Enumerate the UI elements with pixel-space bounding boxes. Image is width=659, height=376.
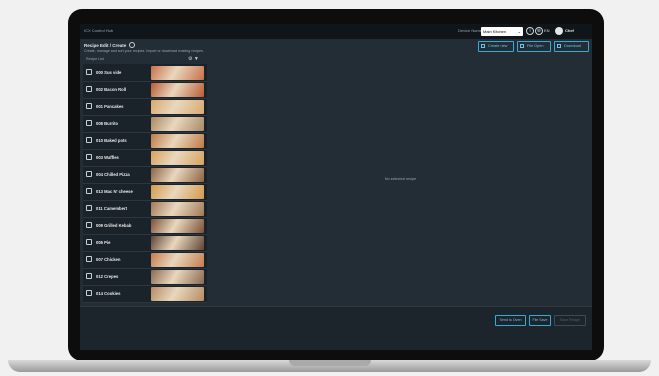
download-label: Download (564, 44, 581, 48)
checkbox-icon[interactable] (86, 120, 92, 126)
device-select[interactable]: Main Kitchen ⌄ (481, 27, 523, 36)
download-icon (557, 44, 561, 48)
recipe-row[interactable]: 005 Pie (83, 234, 207, 252)
recipe-row[interactable]: 011 Camembert (83, 200, 207, 218)
globe-icon[interactable]: ⊕ (535, 27, 543, 35)
recipe-row[interactable]: 000 Sus vide (83, 64, 207, 82)
recipe-thumbnail (151, 134, 204, 148)
recipe-name: 002 Bacon Roll (96, 87, 127, 92)
app-screen: ICX Control Hub Device Name Main Kitchen… (80, 24, 592, 350)
app-title: ICX Control Hub (84, 28, 114, 33)
laptop-notch (289, 360, 371, 366)
file-icon (520, 44, 524, 48)
recipe-name: 008 Burrito (96, 121, 119, 126)
recipe-row[interactable]: 013 Mac N' cheese (83, 183, 207, 201)
checkbox-icon[interactable] (86, 239, 92, 245)
checkbox-icon[interactable] (86, 154, 92, 160)
recipe-name: 007 Chicken (96, 257, 121, 262)
recipe-name: 014 Cookies (96, 291, 121, 296)
recipe-thumbnail (151, 185, 204, 199)
recipe-name: 003 Waffles (96, 155, 119, 160)
checkbox-icon[interactable] (86, 256, 92, 262)
checkbox-icon[interactable] (86, 290, 92, 296)
recipe-thumbnail (151, 236, 204, 250)
recipe-thumbnail (151, 270, 204, 284)
empty-state-message: No selected recipe (384, 177, 417, 181)
recipe-name: 009 Grilled Kebab (96, 223, 132, 228)
recipe-thumbnail (151, 83, 204, 97)
checkbox-icon[interactable] (86, 86, 92, 92)
recipe-name: 012 Crepes (96, 274, 119, 279)
user-name[interactable]: Chef (565, 28, 574, 33)
recipe-name: 004 Chilled Pizza (96, 172, 130, 177)
recipe-name: 000 Sus vide (96, 70, 122, 75)
save-recipe-button: Save Recipe (554, 315, 586, 326)
recipe-thumbnail (151, 100, 204, 114)
recipe-thumbnail (151, 117, 204, 131)
recipe-thumbnail (151, 168, 204, 182)
checkbox-icon[interactable] (86, 103, 92, 109)
chevron-down-icon: ⌄ (517, 29, 521, 34)
filter-icon[interactable]: ▼ (194, 56, 199, 62)
checkbox-icon[interactable] (86, 137, 92, 143)
checkbox-icon[interactable] (86, 205, 92, 211)
recipe-detail-panel: No selected recipe (209, 64, 592, 302)
checkbox-icon[interactable] (86, 69, 92, 75)
user-icon[interactable] (555, 27, 563, 35)
checkbox-icon[interactable] (86, 171, 92, 177)
file-open-label: File Open (527, 44, 544, 48)
recipe-name: 013 Mac N' cheese (96, 189, 133, 194)
download-button[interactable]: Download (554, 41, 589, 52)
device-label: Device Name (458, 28, 483, 33)
recipe-name: 005 Pie (96, 240, 111, 245)
recipe-row[interactable]: 012 Crepes (83, 268, 207, 286)
recipe-row[interactable]: 002 Bacon Roll (83, 81, 207, 99)
settings-icon[interactable]: ⚙ (188, 56, 192, 62)
recipe-name: 001 Pancakes (96, 104, 124, 109)
info-icon[interactable]: i (526, 27, 534, 35)
recipe-thumbnail (151, 253, 204, 267)
checkbox-icon[interactable] (86, 222, 92, 228)
recipe-row[interactable]: 009 Grilled Kebab (83, 217, 207, 235)
create-new-label: Create new (488, 44, 508, 48)
recipe-row[interactable]: 007 Chicken (83, 251, 207, 269)
recipe-row[interactable]: 014 Cookies (83, 285, 207, 303)
recipe-thumbnail (151, 202, 204, 216)
send-to-oven-button[interactable]: Send to Oven (495, 315, 526, 326)
recipe-row[interactable]: 001 Pancakes (83, 98, 207, 116)
checkbox-icon[interactable] (86, 188, 92, 194)
list-tools: ⚙ ▼ (188, 56, 199, 62)
top-bar: ICX Control Hub Device Name Main Kitchen… (80, 24, 592, 39)
recipe-list: 000 Sus vide 002 Bacon Roll 001 Pancakes 00… (83, 64, 207, 303)
create-new-button[interactable]: Create new (478, 41, 514, 52)
page-subtitle: Create, manage and sort your recipes. Im… (84, 49, 204, 53)
recipe-thumbnail (151, 66, 204, 80)
recipe-row[interactable]: 003 Waffles (83, 149, 207, 167)
recipe-row[interactable]: 008 Burrito (83, 115, 207, 133)
page-title: Recipe Edit / Create (84, 43, 127, 48)
recipe-list-label: Recipe List (86, 57, 104, 61)
info-icon[interactable] (129, 42, 135, 48)
language-label[interactable]: EN (544, 28, 550, 33)
checkbox-icon[interactable] (86, 273, 92, 279)
recipe-name: 010 Baked pots (96, 138, 127, 143)
recipe-thumbnail (151, 219, 204, 233)
file-save-button[interactable]: File Save (529, 315, 551, 326)
recipe-name: 011 Camembert (96, 206, 127, 211)
folder-icon (481, 44, 485, 48)
file-open-button[interactable]: File Open (517, 41, 551, 52)
recipe-row[interactable]: 010 Baked pots (83, 132, 207, 150)
device-select-value: Main Kitchen (483, 29, 507, 34)
recipe-thumbnail (151, 151, 204, 165)
bottom-bar: Send to Oven File Save Save Recipe (80, 306, 592, 350)
recipe-row[interactable]: 004 Chilled Pizza (83, 166, 207, 184)
recipe-thumbnail (151, 287, 204, 301)
